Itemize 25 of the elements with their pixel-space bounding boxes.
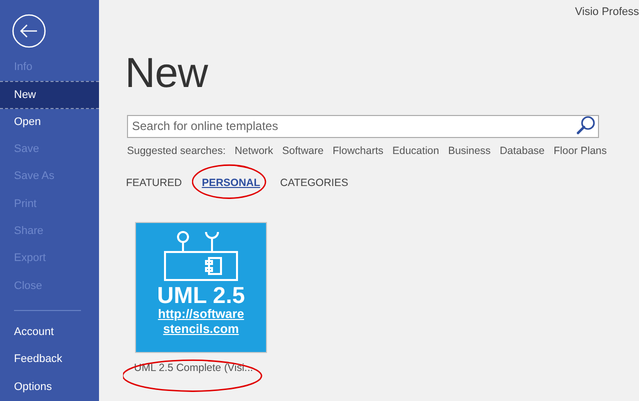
menu-item[interactable]: Account bbox=[0, 318, 99, 346]
tab[interactable]: FEATURED bbox=[126, 176, 182, 192]
suggested-link[interactable]: Network bbox=[234, 144, 274, 160]
back-icon[interactable] bbox=[12, 14, 46, 48]
page-title: New bbox=[125, 52, 210, 94]
menu-item[interactable]: Open bbox=[0, 108, 99, 136]
thumbnail-link: http://software bbox=[158, 306, 244, 322]
search-field[interactable]: Search for online templates bbox=[127, 114, 599, 138]
suggested-link[interactable]: Database bbox=[500, 144, 545, 160]
component-icon bbox=[161, 230, 241, 282]
thumbnail-title: UML 2.5 bbox=[157, 284, 245, 306]
search-icon[interactable] bbox=[576, 115, 596, 135]
menu-item[interactable]: New bbox=[0, 81, 99, 109]
menu-item[interactable]: Options bbox=[0, 374, 99, 401]
suggested-link[interactable]: Floor Plans bbox=[554, 144, 607, 160]
suggested-label: Suggested searches: bbox=[127, 144, 226, 159]
tab[interactable]: PERSONAL bbox=[202, 176, 260, 192]
tab[interactable]: CATEGORIES bbox=[280, 176, 348, 192]
app-title: Visio Profess bbox=[575, 5, 639, 20]
suggested-link[interactable]: Flowcharts bbox=[332, 144, 384, 160]
suggested-link[interactable]: Education bbox=[392, 144, 440, 160]
menu-item[interactable]: Feedback bbox=[0, 346, 99, 374]
thumbnail-link: stencils.com bbox=[163, 322, 239, 336]
suggested-link[interactable]: Software bbox=[282, 144, 324, 160]
suggested-link[interactable]: Business bbox=[448, 144, 491, 160]
